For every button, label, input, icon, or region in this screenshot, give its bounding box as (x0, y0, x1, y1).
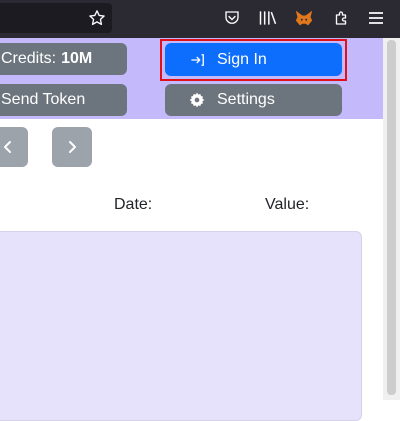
next-button[interactable] (52, 127, 92, 167)
settings-button[interactable]: Settings (165, 84, 342, 116)
send-token-button[interactable]: Send Token (0, 84, 127, 116)
content-panel (0, 231, 362, 421)
chevron-right-icon (69, 141, 76, 153)
extensions-icon[interactable] (329, 7, 353, 29)
scrollbar-thumb[interactable] (387, 40, 396, 395)
value-label: Value: (265, 196, 310, 213)
sign-in-icon (191, 53, 205, 67)
credits-value: 10M (61, 50, 93, 67)
star-icon[interactable] (86, 7, 108, 29)
send-token-label: Send Token (1, 91, 86, 108)
sign-in-button[interactable]: Sign In (165, 43, 342, 76)
gear-icon (189, 92, 205, 108)
credits-label: Credits: (1, 50, 57, 67)
credits-button[interactable]: Credits: 10M (0, 43, 127, 75)
chevron-left-icon (4, 141, 11, 153)
metamask-fox-icon[interactable] (292, 7, 316, 29)
date-label: Date: (114, 196, 153, 213)
pocket-icon[interactable] (220, 7, 244, 29)
settings-label: Settings (217, 91, 275, 108)
sign-in-label: Sign In (217, 50, 267, 68)
browser-toolbar (0, 0, 400, 38)
library-icon[interactable] (256, 7, 280, 29)
menu-icon[interactable] (364, 7, 388, 29)
vertical-scrollbar[interactable] (383, 38, 400, 400)
previous-button[interactable] (0, 127, 28, 167)
